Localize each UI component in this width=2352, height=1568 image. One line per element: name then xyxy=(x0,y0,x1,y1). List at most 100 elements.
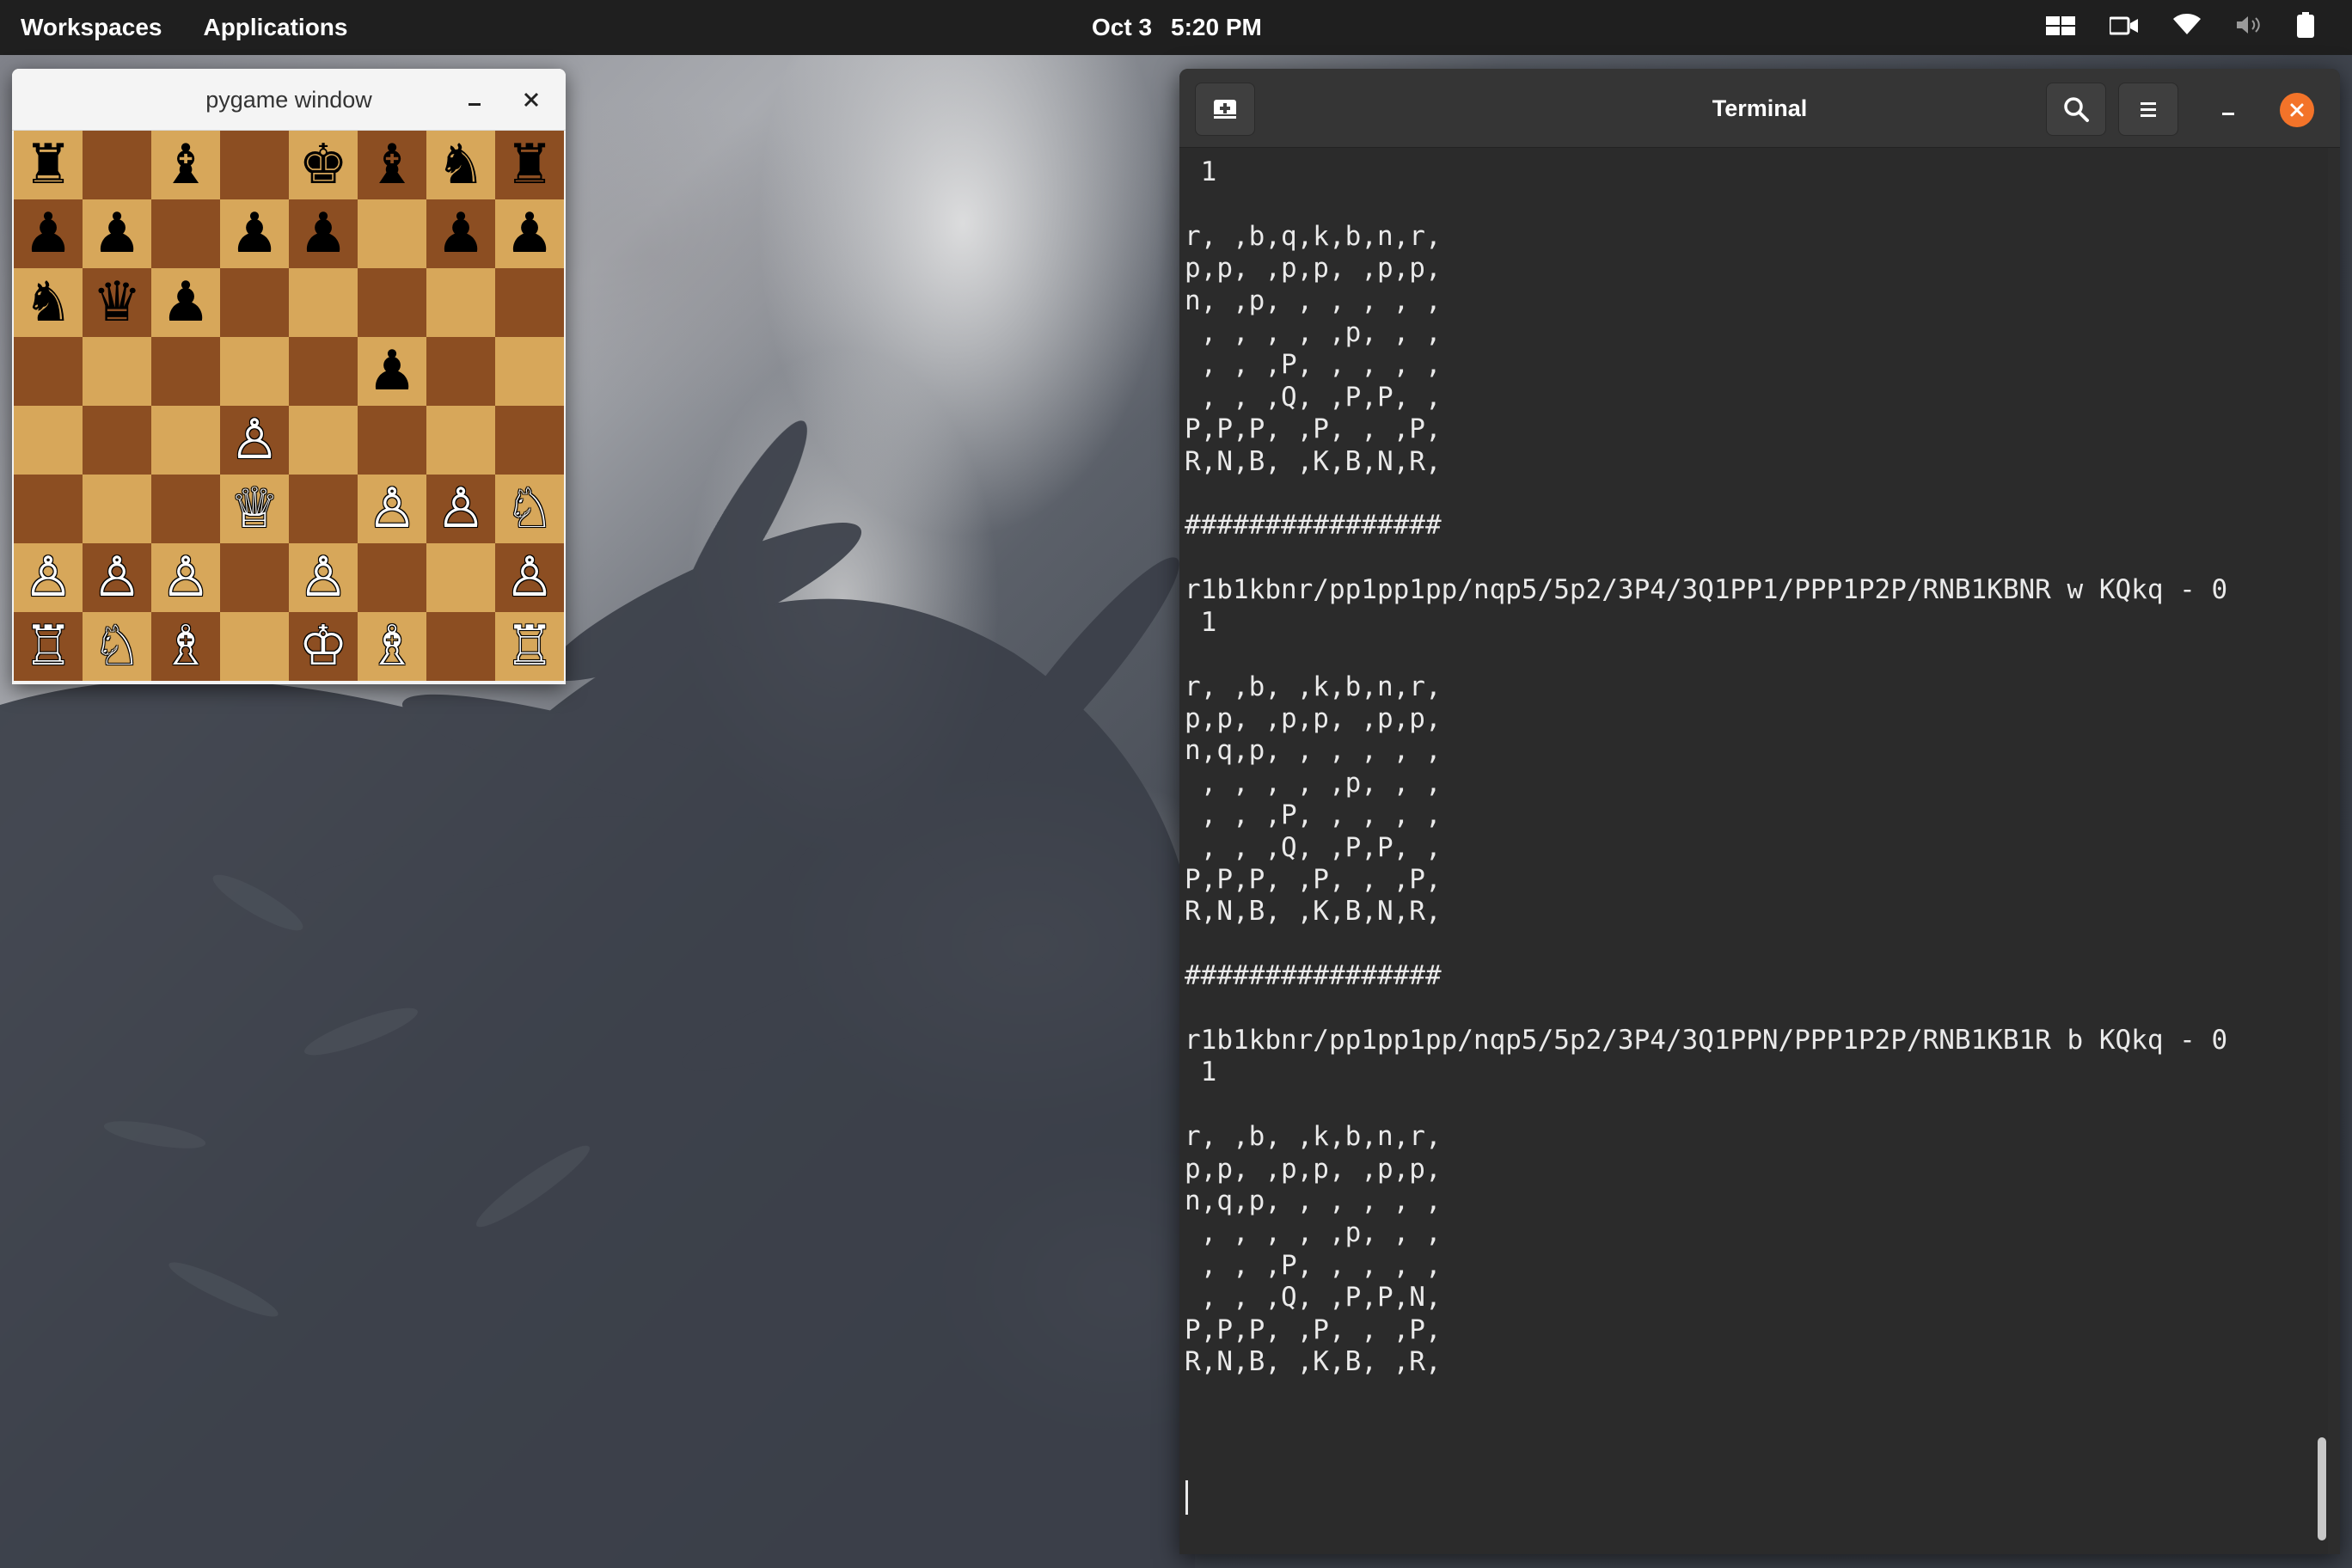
board-square-a8[interactable]: ♜ xyxy=(14,131,83,199)
board-square-f2[interactable] xyxy=(358,543,426,612)
chess-piece[interactable]: ♟ xyxy=(367,337,416,406)
chess-piece[interactable]: ♟ xyxy=(92,199,141,268)
terminal-scrollbar[interactable] xyxy=(2318,1437,2326,1540)
chess-piece[interactable]: ♙ xyxy=(436,475,485,543)
chess-piece[interactable]: ♙ xyxy=(230,406,279,475)
board-square-f1[interactable]: ♗ xyxy=(358,612,426,681)
board-square-g5[interactable] xyxy=(426,337,495,406)
board-square-e6[interactable] xyxy=(289,268,358,337)
board-square-d7[interactable]: ♟ xyxy=(220,199,289,268)
board-square-f4[interactable] xyxy=(358,406,426,475)
board-square-e4[interactable] xyxy=(289,406,358,475)
board-square-c3[interactable] xyxy=(151,475,220,543)
board-square-d6[interactable] xyxy=(220,268,289,337)
board-square-e7[interactable]: ♟ xyxy=(289,199,358,268)
terminal-output[interactable]: 1 r, ,b,q,k,b,n,r, p,p, ,p,p, ,p,p, n, ,p,… xyxy=(1185,156,2319,1378)
menu-button[interactable] xyxy=(2118,83,2178,136)
chess-piece[interactable]: ♙ xyxy=(367,475,416,543)
chess-piece[interactable]: ♟ xyxy=(23,199,72,268)
chess-piece[interactable]: ♟ xyxy=(505,199,554,268)
board-square-g6[interactable] xyxy=(426,268,495,337)
board-square-h8[interactable]: ♜ xyxy=(495,131,564,199)
close-button[interactable] xyxy=(2280,93,2314,127)
board-square-e1[interactable]: ♔ xyxy=(289,612,358,681)
chess-piece[interactable]: ♟ xyxy=(230,199,279,268)
chess-piece[interactable]: ♜ xyxy=(505,131,554,199)
board-square-b8[interactable] xyxy=(83,131,151,199)
chess-piece[interactable]: ♝ xyxy=(367,131,416,199)
chess-piece[interactable]: ♙ xyxy=(92,543,141,612)
board-square-g8[interactable]: ♞ xyxy=(426,131,495,199)
board-square-g4[interactable] xyxy=(426,406,495,475)
board-square-d3[interactable]: ♕ xyxy=(220,475,289,543)
chess-piece[interactable]: ♘ xyxy=(505,475,554,543)
chess-piece[interactable]: ♗ xyxy=(161,612,210,681)
chess-piece[interactable]: ♟ xyxy=(161,268,210,337)
board-square-a7[interactable]: ♟ xyxy=(14,199,83,268)
multitasking-icon[interactable] xyxy=(2046,14,2075,41)
screen-record-icon[interactable] xyxy=(2108,14,2139,41)
workspaces-button[interactable]: Workspaces xyxy=(21,14,162,41)
board-square-h1[interactable]: ♖ xyxy=(495,612,564,681)
chess-piece[interactable]: ♝ xyxy=(161,131,210,199)
board-square-a5[interactable] xyxy=(14,337,83,406)
chess-piece[interactable]: ♜ xyxy=(23,131,72,199)
board-square-c2[interactable]: ♙ xyxy=(151,543,220,612)
board-square-a2[interactable]: ♙ xyxy=(14,543,83,612)
chess-piece[interactable]: ♙ xyxy=(161,543,210,612)
board-square-f8[interactable]: ♝ xyxy=(358,131,426,199)
board-square-h4[interactable] xyxy=(495,406,564,475)
board-square-f7[interactable] xyxy=(358,199,426,268)
terminal-content[interactable]: 1 r, ,b,q,k,b,n,r, p,p, ,p,p, ,p,p, n, ,p,… xyxy=(1179,148,2328,1554)
board-square-h5[interactable] xyxy=(495,337,564,406)
chess-piece[interactable]: ♖ xyxy=(23,612,72,681)
chess-piece[interactable]: ♚ xyxy=(298,131,347,199)
board-square-d8[interactable] xyxy=(220,131,289,199)
board-square-e8[interactable]: ♚ xyxy=(289,131,358,199)
board-square-h2[interactable]: ♙ xyxy=(495,543,564,612)
board-square-f5[interactable]: ♟ xyxy=(358,337,426,406)
battery-icon[interactable] xyxy=(2297,11,2314,44)
board-square-h6[interactable] xyxy=(495,268,564,337)
board-square-c5[interactable] xyxy=(151,337,220,406)
chess-piece[interactable]: ♞ xyxy=(23,268,72,337)
board-square-b1[interactable]: ♘ xyxy=(83,612,151,681)
board-square-e2[interactable]: ♙ xyxy=(289,543,358,612)
board-square-h3[interactable]: ♘ xyxy=(495,475,564,543)
chess-piece[interactable]: ♖ xyxy=(505,612,554,681)
minimize-button[interactable] xyxy=(2211,93,2245,127)
chess-piece[interactable]: ♔ xyxy=(298,612,347,681)
chess-piece[interactable]: ♟ xyxy=(436,199,485,268)
chess-piece[interactable]: ♙ xyxy=(23,543,72,612)
board-square-c1[interactable]: ♗ xyxy=(151,612,220,681)
board-square-d4[interactable]: ♙ xyxy=(220,406,289,475)
pygame-window[interactable]: pygame window ♜ ♝ ♚ ♝ ♞ ♜ ♟ ♟ ♟ ♟ ♟ ♟ ♞ ♛ ♟ ♟ ♙ ♕ ♙ ♙ ♘ ♙ ♙ ♙ ♙ ♙… xyxy=(12,69,566,684)
volume-muted-icon[interactable] xyxy=(2235,14,2263,42)
minimize-button[interactable] xyxy=(459,84,490,115)
board-square-c6[interactable]: ♟ xyxy=(151,268,220,337)
board-square-g7[interactable]: ♟ xyxy=(426,199,495,268)
board-square-f3[interactable]: ♙ xyxy=(358,475,426,543)
wifi-icon[interactable] xyxy=(2173,13,2201,42)
board-square-g1[interactable] xyxy=(426,612,495,681)
board-square-g2[interactable] xyxy=(426,543,495,612)
board-square-b6[interactable]: ♛ xyxy=(83,268,151,337)
datetime-indicator[interactable]: Oct 3 5:20 PM xyxy=(1092,0,1262,55)
board-square-d2[interactable] xyxy=(220,543,289,612)
board-square-a4[interactable] xyxy=(14,406,83,475)
chess-piece[interactable]: ♕ xyxy=(230,475,279,543)
board-square-b3[interactable] xyxy=(83,475,151,543)
board-square-c8[interactable]: ♝ xyxy=(151,131,220,199)
new-tab-button[interactable] xyxy=(1195,83,1255,136)
board-square-e5[interactable] xyxy=(289,337,358,406)
chess-board[interactable]: ♜ ♝ ♚ ♝ ♞ ♜ ♟ ♟ ♟ ♟ ♟ ♟ ♞ ♛ ♟ ♟ ♙ ♕ ♙ ♙ ♘ ♙ ♙ ♙ ♙ ♙ ♖ ♘ ♗ ♔ ♗ ♖ xyxy=(14,131,564,681)
board-square-h7[interactable]: ♟ xyxy=(495,199,564,268)
board-square-d5[interactable] xyxy=(220,337,289,406)
board-square-b4[interactable] xyxy=(83,406,151,475)
board-square-a6[interactable]: ♞ xyxy=(14,268,83,337)
chess-piece[interactable]: ♞ xyxy=(436,131,485,199)
close-button[interactable] xyxy=(516,84,547,115)
board-square-g3[interactable]: ♙ xyxy=(426,475,495,543)
chess-piece[interactable]: ♙ xyxy=(505,543,554,612)
board-square-b7[interactable]: ♟ xyxy=(83,199,151,268)
